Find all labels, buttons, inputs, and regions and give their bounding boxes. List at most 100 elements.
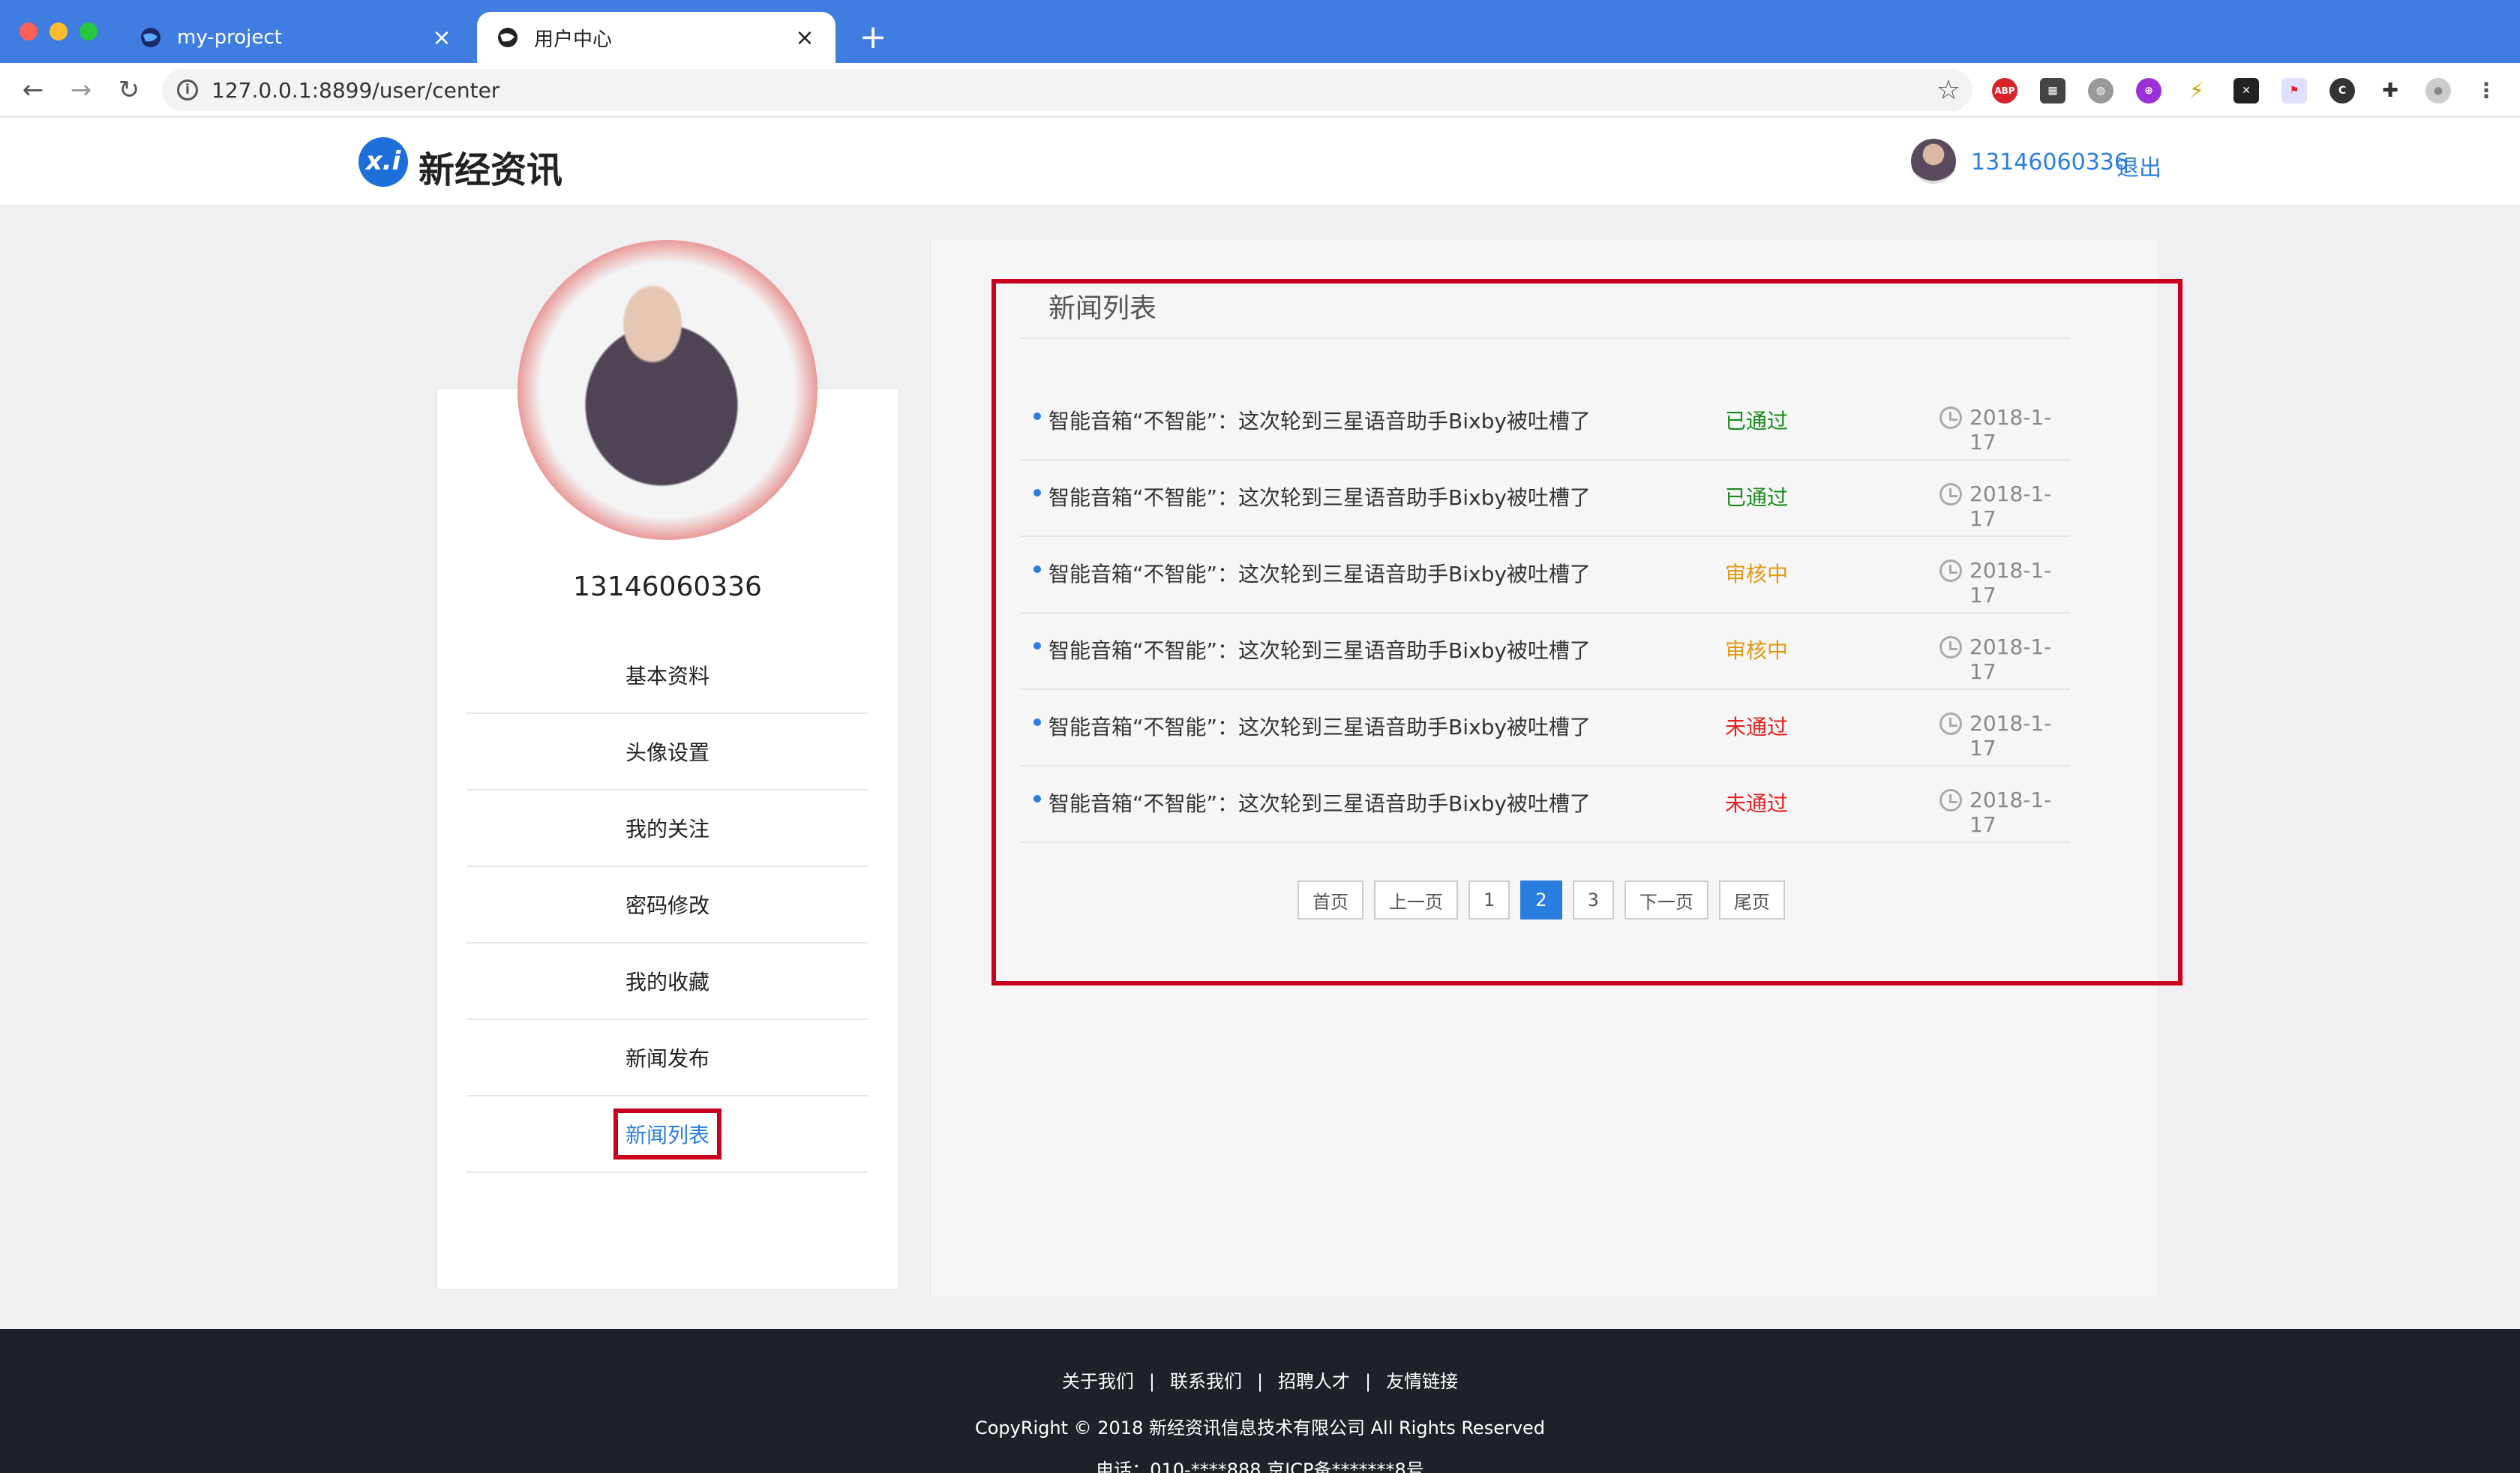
adblock-extension-icon[interactable]: ABP: [1992, 78, 2018, 104]
sidebar-item-label: 我的收藏: [625, 970, 710, 994]
new-tab-button[interactable]: +: [852, 16, 894, 58]
logo-icon[interactable]: x.i: [358, 137, 408, 187]
next-page-button[interactable]: 下一页: [1624, 880, 1708, 920]
status-badge: 未通过: [1725, 715, 1789, 740]
footer-separator: |: [1256, 1371, 1264, 1392]
site-footer: 关于我们 | 联系我们 | 招聘人才 | 友情链接 CopyRight © 2018 新经资…: [0, 1329, 2520, 1473]
list-item[interactable]: 智能音箱“不智能”：这次轮到三星语音助手Bixby被吐槽了 审核中 2018-1…: [1020, 537, 2070, 614]
info-icon[interactable]: i: [177, 80, 198, 100]
tab-title: my-project: [177, 26, 282, 49]
sidebar-item-label: 新闻列表: [613, 1108, 722, 1160]
profile-icon[interactable]: ●: [2426, 78, 2451, 104]
maximize-window-button[interactable]: [80, 22, 98, 40]
tab-user-center[interactable]: 用户中心 ×: [477, 12, 836, 63]
qr-code-extension-icon[interactable]: ▦: [2040, 78, 2066, 104]
divider: [1020, 338, 2070, 339]
puzzle-extensions-icon[interactable]: ✚: [2378, 78, 2403, 104]
close-window-button[interactable]: [20, 22, 38, 40]
header-username-link[interactable]: 13146060336: [1971, 149, 2128, 176]
footer-link-contact[interactable]: 联系我们: [1170, 1371, 1242, 1392]
page-button-3[interactable]: 3: [1572, 880, 1614, 920]
address-bar[interactable]: i 127.0.0.1:8899/user/center ☆: [162, 69, 1972, 111]
status-badge: 已通过: [1725, 485, 1789, 510]
bullet-icon: [1034, 718, 1041, 726]
page-title: 新闻列表: [1048, 293, 1157, 324]
tab-close-icon[interactable]: ×: [430, 25, 453, 51]
clock-icon: [1940, 406, 1962, 429]
footer-links: 关于我们 | 联系我们 | 招聘人才 | 友情链接: [0, 1366, 2520, 1393]
tab-title: 用户中心: [534, 28, 613, 51]
bullet-icon: [1034, 489, 1041, 496]
sidebar-item-change-password[interactable]: 密码修改: [466, 867, 868, 944]
globe-icon: [140, 26, 162, 49]
sidebar-menu: 基本资料 头像设置 我的关注 密码修改 我的收藏 新闻发布 新闻列表: [466, 638, 868, 1173]
sidebar-item-basic-info[interactable]: 基本资料: [466, 638, 868, 714]
pagination: 首页 上一页 1 2 3 下一页 尾页: [1298, 880, 1785, 920]
url-text[interactable]: 127.0.0.1:8899/user/center: [212, 78, 500, 103]
clock-icon: [1940, 483, 1962, 506]
list-item[interactable]: 智能音箱“不智能”：这次轮到三星语音助手Bixby被吐槽了 审核中 2018-1…: [1020, 614, 2070, 690]
prev-page-button[interactable]: 上一页: [1374, 880, 1458, 920]
minimize-window-button[interactable]: [50, 22, 68, 40]
browser-toolbar: ← → ↻ i 127.0.0.1:8899/user/center ☆ ABP…: [0, 63, 2520, 117]
news-date: 2018-1-17: [1970, 482, 2052, 531]
bullet-icon: [1034, 642, 1041, 650]
tab-close-icon[interactable]: ×: [794, 25, 816, 51]
lightning-extension-icon[interactable]: ⚡: [2184, 78, 2210, 104]
sidebar-item-news-list[interactable]: 新闻列表: [466, 1096, 868, 1173]
menu-kebab-icon[interactable]: ⋮: [2474, 78, 2499, 104]
header-avatar[interactable]: [1911, 139, 1956, 184]
list-item[interactable]: 智能音箱“不智能”：这次轮到三星语音助手Bixby被吐槽了 已通过 2018-1…: [1020, 460, 2070, 537]
footer-link-about[interactable]: 关于我们: [1062, 1371, 1134, 1392]
sidebar-item-publish-news[interactable]: 新闻发布: [466, 1020, 868, 1096]
browser-titlebar: my-project × 用户中心 × +: [0, 0, 2520, 63]
sidebar-item-my-follows[interactable]: 我的关注: [466, 790, 868, 867]
list-item[interactable]: 智能音箱“不智能”：这次轮到三星语音助手Bixby被吐槽了 未通过 2018-1…: [1020, 690, 2070, 766]
bookmark-star-icon[interactable]: ☆: [1936, 75, 1960, 106]
bullet-icon: [1034, 566, 1041, 573]
back-arrow-icon[interactable]: ←: [15, 72, 51, 108]
footer-icp: 电话：010-****888 京ICP备*******8号: [1096, 1460, 1424, 1473]
list-item[interactable]: 智能音箱“不智能”：这次轮到三星语音助手Bixby被吐槽了 已通过 2018-1…: [1020, 384, 2070, 460]
footer-separator: |: [1365, 1371, 1372, 1392]
globe-extension-icon[interactable]: ◍: [2088, 78, 2114, 104]
status-badge: 审核中: [1725, 638, 1789, 663]
page-button-2[interactable]: 2: [1520, 880, 1562, 920]
sidebar-username: 13146060336: [573, 572, 762, 602]
clock-icon: [1940, 560, 1962, 582]
news-title-link[interactable]: 智能音箱“不智能”：这次轮到三星语音助手Bixby被吐槽了: [1048, 634, 1591, 664]
news-title-link[interactable]: 智能音箱“不智能”：这次轮到三星语音助手Bixby被吐槽了: [1048, 788, 1591, 818]
sidebar-item-label: 头像设置: [625, 740, 710, 765]
sidebar-item-label: 新闻发布: [625, 1046, 710, 1071]
sidebar-item-avatar-settings[interactable]: 头像设置: [466, 714, 868, 790]
x-extension-icon[interactable]: ✕: [2234, 78, 2259, 104]
last-page-button[interactable]: 尾页: [1718, 880, 1785, 920]
footer-link-careers[interactable]: 招聘人才: [1278, 1371, 1350, 1392]
sidebar-item-my-favorites[interactable]: 我的收藏: [466, 944, 868, 1020]
news-date: 2018-1-17: [1970, 558, 2052, 608]
footer-copyright: CopyRight © 2018 新经资讯信息技术有限公司 All Rights…: [974, 1418, 1546, 1438]
tab-my-project[interactable]: my-project ×: [120, 12, 472, 63]
status-badge: 审核中: [1725, 562, 1789, 586]
footer-link-friends[interactable]: 友情链接: [1386, 1371, 1458, 1392]
globe-icon: [496, 26, 519, 49]
logout-link[interactable]: 退出: [2116, 149, 2162, 182]
first-page-button[interactable]: 首页: [1298, 880, 1364, 920]
sidebar-item-label: 我的关注: [625, 817, 710, 842]
clock-icon: [1940, 636, 1962, 658]
news-title-link[interactable]: 智能音箱“不智能”：这次轮到三星语音助手Bixby被吐槽了: [1048, 558, 1591, 588]
site-logo-text[interactable]: 新经资讯: [418, 140, 562, 193]
c-extension-icon[interactable]: C: [2330, 78, 2355, 104]
news-title-link[interactable]: 智能音箱“不智能”：这次轮到三星语音助手Bixby被吐槽了: [1048, 405, 1591, 435]
site-header: x.i 新经资讯 13146060336 退出: [0, 118, 2520, 206]
list-item[interactable]: 智能音箱“不智能”：这次轮到三星语音助手Bixby被吐槽了 未通过 2018-1…: [1020, 766, 2070, 843]
news-title-link[interactable]: 智能音箱“不智能”：这次轮到三星语音助手Bixby被吐槽了: [1048, 482, 1591, 512]
reload-icon[interactable]: ↻: [111, 72, 147, 108]
clock-icon: [1940, 789, 1962, 812]
forward-arrow-icon[interactable]: →: [63, 72, 99, 108]
flag-extension-icon[interactable]: ⚑: [2282, 78, 2307, 104]
news-list: 智能音箱“不智能”：这次轮到三星语音助手Bixby被吐槽了 已通过 2018-1…: [1020, 384, 2070, 843]
purple-extension-icon[interactable]: ⊕: [2136, 78, 2162, 104]
news-title-link[interactable]: 智能音箱“不智能”：这次轮到三星语音助手Bixby被吐槽了: [1048, 711, 1591, 741]
page-button-1[interactable]: 1: [1468, 880, 1510, 920]
